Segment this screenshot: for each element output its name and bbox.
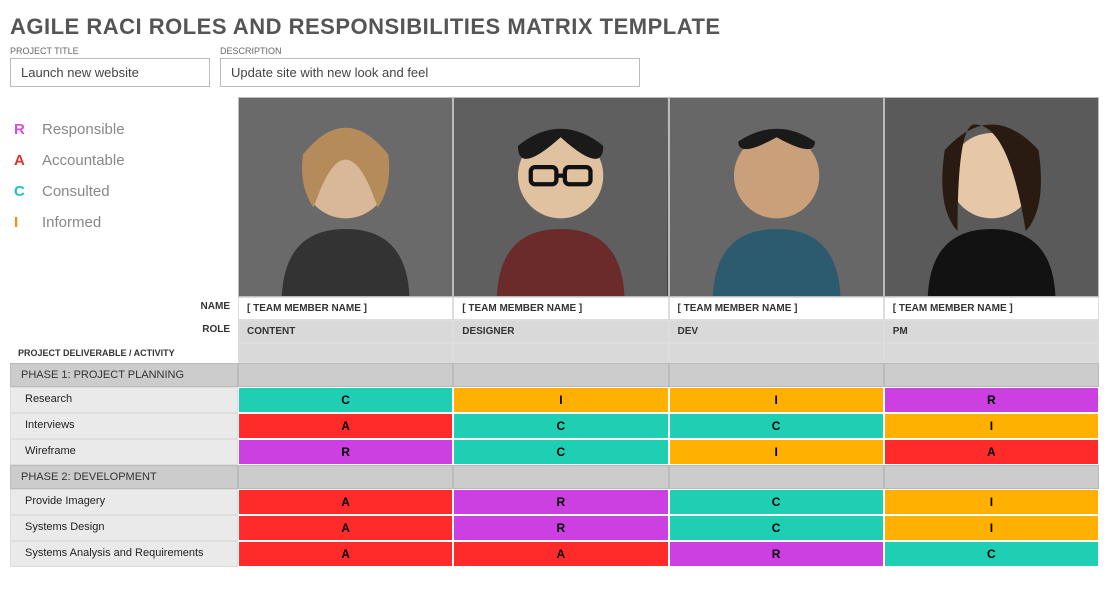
legend-letter-i: I: [14, 214, 30, 231]
empty-cell: [669, 343, 884, 363]
phase-blank: [884, 465, 1099, 489]
raci-cell[interactable]: R: [884, 387, 1099, 413]
raci-cell[interactable]: C: [669, 489, 884, 515]
page-title: AGILE RACI ROLES AND RESPONSIBILITIES MA…: [10, 14, 1099, 40]
raci-cell[interactable]: C: [884, 541, 1099, 567]
name-header-label: NAME: [10, 297, 238, 320]
raci-cell[interactable]: A: [884, 439, 1099, 465]
raci-cell[interactable]: A: [453, 541, 668, 567]
description-value[interactable]: Update site with new look and feel: [220, 58, 640, 87]
raci-cell[interactable]: R: [453, 515, 668, 541]
raci-cell[interactable]: C: [453, 439, 668, 465]
legend-text-c: Consulted: [42, 183, 110, 200]
team-role[interactable]: PM: [884, 320, 1099, 343]
raci-cell[interactable]: R: [453, 489, 668, 515]
raci-cell[interactable]: A: [238, 541, 453, 567]
activity-label: Systems Design: [10, 515, 238, 541]
phase-blank: [238, 363, 453, 387]
raci-cell[interactable]: I: [453, 387, 668, 413]
deliverable-header: PROJECT DELIVERABLE / ACTIVITY: [10, 343, 238, 363]
avatar: [453, 97, 668, 297]
raci-cell[interactable]: A: [238, 489, 453, 515]
phase-blank: [669, 465, 884, 489]
empty-cell: [453, 343, 668, 363]
legend-text-i: Informed: [42, 214, 101, 231]
phase-title: PHASE 2: DEVELOPMENT: [10, 465, 238, 489]
legend-text-a: Accountable: [42, 152, 125, 169]
raci-cell[interactable]: I: [669, 439, 884, 465]
team-name[interactable]: [ TEAM MEMBER NAME ]: [669, 297, 884, 320]
phase-blank: [238, 465, 453, 489]
legend-letter-a: A: [14, 152, 30, 169]
activity-label: Provide Imagery: [10, 489, 238, 515]
phase-blank: [453, 465, 668, 489]
raci-cell[interactable]: A: [238, 413, 453, 439]
legend-letter-c: C: [14, 183, 30, 200]
raci-cell[interactable]: C: [238, 387, 453, 413]
phase-blank: [884, 363, 1099, 387]
empty-cell: [884, 343, 1099, 363]
description-field: DESCRIPTION Update site with new look an…: [220, 46, 640, 87]
team-name[interactable]: [ TEAM MEMBER NAME ]: [884, 297, 1099, 320]
raci-legend: R Responsible A Accountable C Consulted …: [10, 97, 238, 297]
raci-cell[interactable]: C: [669, 413, 884, 439]
description-label: DESCRIPTION: [220, 46, 640, 56]
project-title-value[interactable]: Launch new website: [10, 58, 210, 87]
avatar: [238, 97, 453, 297]
team-role[interactable]: DESIGNER: [453, 320, 668, 343]
activity-label: Systems Analysis and Requirements: [10, 541, 238, 567]
project-title-label: PROJECT TITLE: [10, 46, 210, 56]
raci-cell[interactable]: A: [238, 515, 453, 541]
team-role[interactable]: DEV: [669, 320, 884, 343]
raci-grid: R Responsible A Accountable C Consulted …: [10, 97, 1099, 567]
phase-blank: [453, 363, 668, 387]
raci-cell[interactable]: C: [669, 515, 884, 541]
meta-row: PROJECT TITLE Launch new website DESCRIP…: [10, 46, 1099, 87]
phase-blank: [669, 363, 884, 387]
empty-cell: [238, 343, 453, 363]
avatar: [884, 97, 1099, 297]
legend-consulted: C Consulted: [14, 183, 230, 200]
legend-responsible: R Responsible: [14, 121, 230, 138]
legend-text-r: Responsible: [42, 121, 125, 138]
raci-cell[interactable]: I: [884, 413, 1099, 439]
raci-cell[interactable]: R: [238, 439, 453, 465]
raci-cell[interactable]: I: [669, 387, 884, 413]
team-name[interactable]: [ TEAM MEMBER NAME ]: [453, 297, 668, 320]
phase-title: PHASE 1: PROJECT PLANNING: [10, 363, 238, 387]
raci-cell[interactable]: C: [453, 413, 668, 439]
legend-accountable: A Accountable: [14, 152, 230, 169]
team-role[interactable]: CONTENT: [238, 320, 453, 343]
project-title-field: PROJECT TITLE Launch new website: [10, 46, 210, 87]
avatar: [669, 97, 884, 297]
activity-label: Wireframe: [10, 439, 238, 465]
raci-cell[interactable]: I: [884, 489, 1099, 515]
team-name[interactable]: [ TEAM MEMBER NAME ]: [238, 297, 453, 320]
raci-cell[interactable]: I: [884, 515, 1099, 541]
legend-informed: I Informed: [14, 214, 230, 231]
activity-label: Interviews: [10, 413, 238, 439]
raci-cell[interactable]: R: [669, 541, 884, 567]
role-header-label: ROLE: [10, 320, 238, 343]
activity-label: Research: [10, 387, 238, 413]
legend-letter-r: R: [14, 121, 30, 138]
